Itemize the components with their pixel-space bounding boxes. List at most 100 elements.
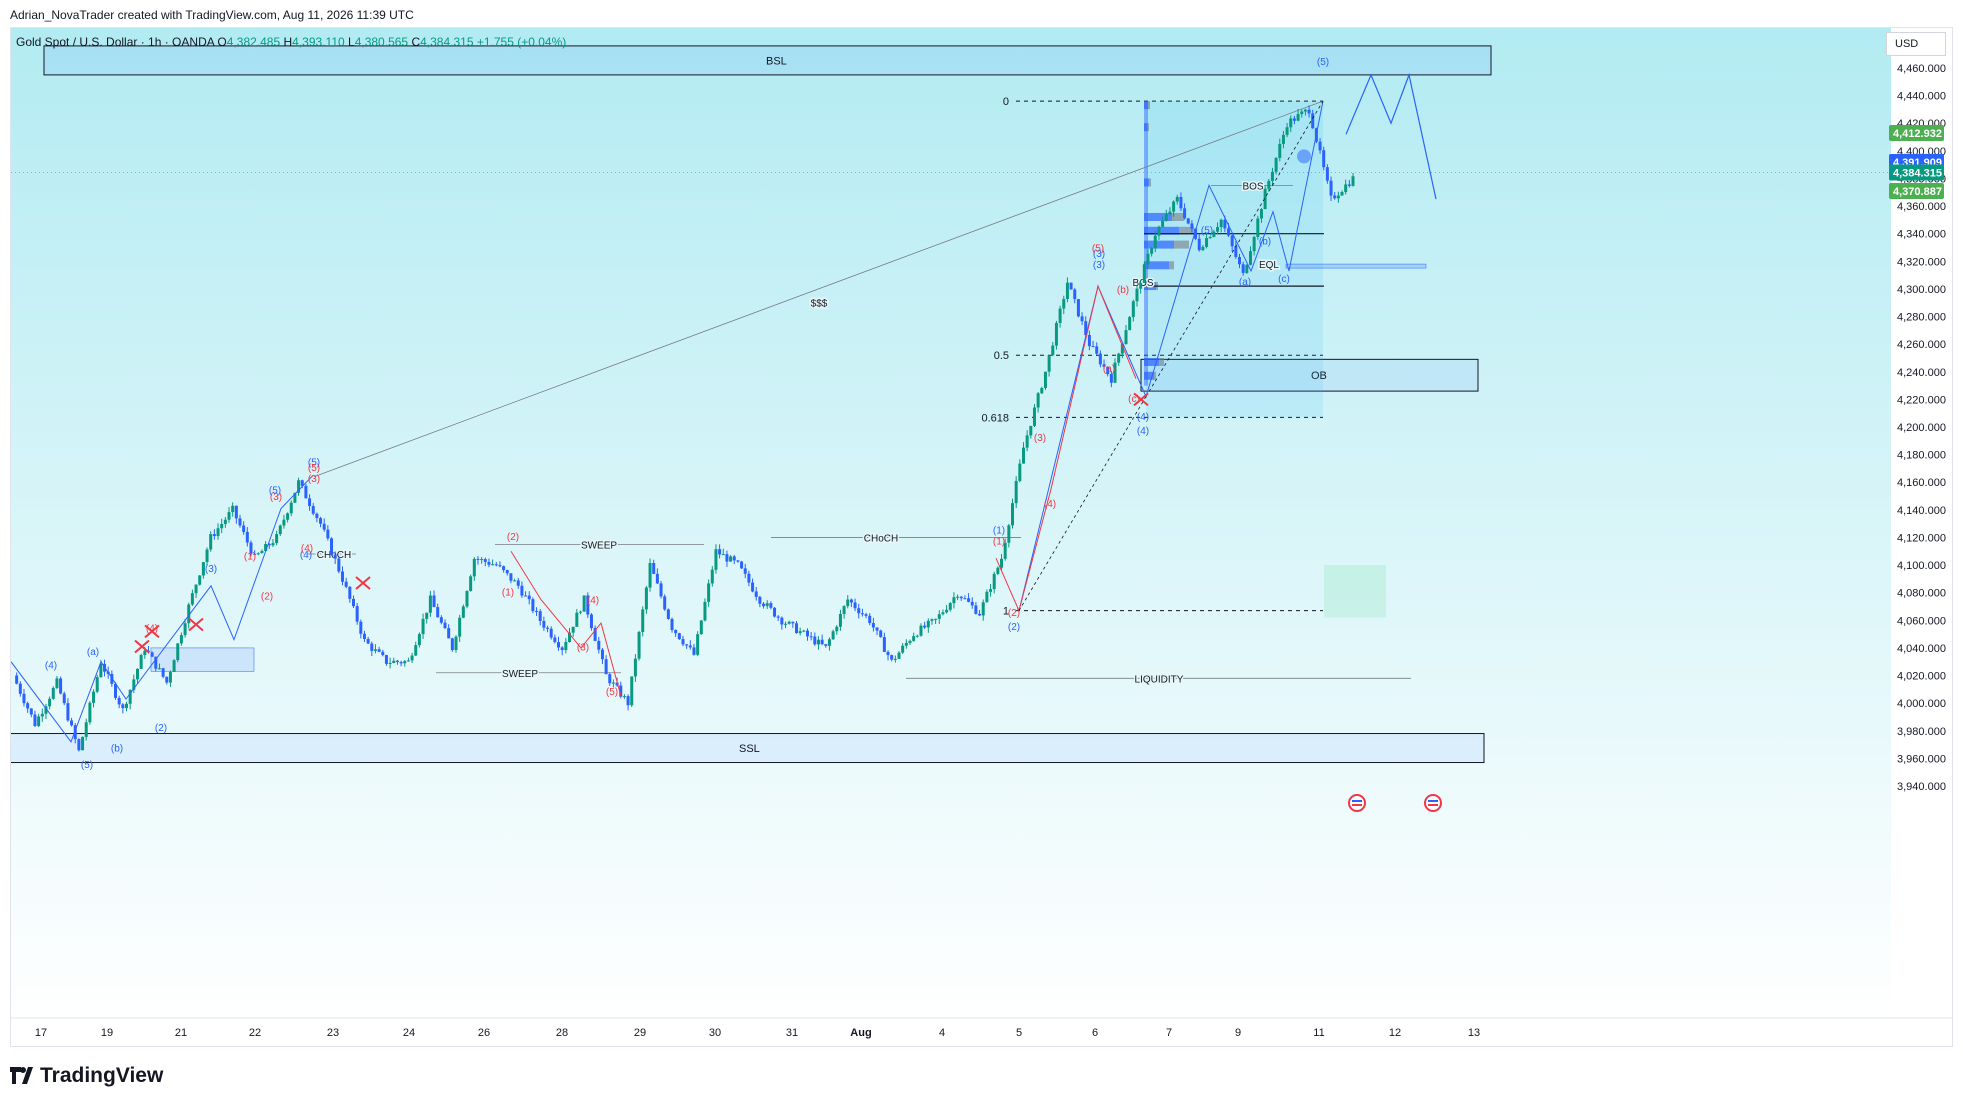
wave-label-red: (3) <box>577 643 589 654</box>
candle-body <box>286 513 290 520</box>
volume-profile-bar <box>1174 240 1189 249</box>
candle-body <box>762 603 766 607</box>
candle-body <box>66 703 70 721</box>
volume-profile-bar <box>1154 371 1156 380</box>
candle-body <box>1285 127 1289 135</box>
currency-selector[interactable]: USD <box>1886 32 1946 56</box>
candle-body <box>1351 176 1355 186</box>
wave-label-blue: (b) <box>111 743 123 754</box>
candle-body <box>1011 503 1015 526</box>
candle-body <box>516 580 520 586</box>
candle-body <box>150 652 154 657</box>
candle-body <box>963 598 967 600</box>
candle-body <box>373 649 377 651</box>
candle-body <box>893 658 897 660</box>
candle-body <box>784 623 788 625</box>
candle-body <box>143 650 147 655</box>
candle-body <box>838 613 842 627</box>
candle-body <box>1080 316 1084 322</box>
x-tick-label: 19 <box>101 1027 113 1039</box>
candle-body <box>55 678 59 688</box>
candle-body <box>978 613 982 616</box>
wave-label-red: (5) <box>606 687 618 698</box>
candle-body <box>743 568 747 574</box>
chart-panel[interactable]: 4,460.0004,440.0004,420.0004,400.0004,38… <box>10 27 1953 1047</box>
candle-body <box>1168 211 1172 215</box>
candle-body <box>1175 196 1179 202</box>
candle-body <box>190 593 194 605</box>
demand-zone <box>150 647 255 672</box>
candle-body <box>172 660 176 673</box>
wave-label-red: (2) <box>261 592 273 603</box>
symbol-name[interactable]: Gold Spot / U.S. Dollar · 1h · OANDA <box>16 35 214 49</box>
candle-body <box>520 585 524 596</box>
wave-label-blue: (b) <box>1259 237 1271 248</box>
candle-body <box>890 655 894 660</box>
y-tick-label: 4,200.000 <box>1897 422 1946 434</box>
symbol-legend[interactable]: Gold Spot / U.S. Dollar · 1h · OANDA O4,… <box>16 35 566 49</box>
candle-body <box>1036 393 1040 408</box>
zone-label-ssl: SSL <box>739 743 760 755</box>
candle-body <box>502 566 506 571</box>
candle-body <box>205 549 209 563</box>
annotation-label: LIQUIDITY <box>1135 674 1184 685</box>
price-chart[interactable]: 4,460.0004,440.0004,420.0004,400.0004,38… <box>11 28 1952 1046</box>
candle-body <box>857 608 861 614</box>
candle-body <box>436 607 440 618</box>
candle-body <box>1344 184 1348 193</box>
candle-body <box>381 651 385 656</box>
y-tick-label: 4,120.000 <box>1897 532 1946 544</box>
candle-body <box>754 591 758 597</box>
candle-body <box>948 603 952 610</box>
candle-body <box>820 639 824 645</box>
candle-body <box>1186 218 1190 224</box>
candle-body <box>81 736 85 751</box>
candle-body <box>355 606 359 622</box>
candle-body <box>282 519 286 526</box>
candle-body <box>644 587 648 610</box>
candle-body <box>1325 167 1329 181</box>
candle-body <box>40 713 44 717</box>
candle-body <box>633 658 637 677</box>
wave-label-blue: (3) <box>1093 260 1105 271</box>
candle-body <box>403 661 407 664</box>
candle-body <box>1153 235 1157 249</box>
candle-body <box>531 599 535 612</box>
candle-body <box>476 558 480 560</box>
candle-body <box>718 549 722 555</box>
open-value: 4,382.485 <box>226 35 281 49</box>
candle-body <box>161 668 165 677</box>
candle-body <box>1128 317 1132 331</box>
x-tick-label: 12 <box>1389 1027 1401 1039</box>
candle-body <box>1076 299 1080 317</box>
candle-body <box>326 529 330 539</box>
candle-body <box>461 606 465 618</box>
candle-body <box>692 647 696 655</box>
economic-event-icon <box>1348 794 1366 812</box>
candle-body <box>1007 525 1011 543</box>
candle-body <box>842 606 846 614</box>
candle-body <box>37 716 41 727</box>
x-tick-label: 4 <box>939 1027 945 1039</box>
candle-body <box>773 607 777 617</box>
candle-body <box>513 580 517 582</box>
candle-body <box>1311 113 1315 129</box>
candle-body <box>732 556 736 561</box>
candle-body <box>48 698 52 707</box>
candle-body <box>538 611 542 622</box>
price-tag-label: 4,384.315 <box>1893 168 1942 180</box>
candle-body <box>121 704 125 709</box>
y-tick-label: 4,140.000 <box>1897 505 1946 517</box>
wave-label-red: (1) <box>502 587 514 598</box>
candle-body <box>1150 248 1154 254</box>
candle-body <box>223 519 227 524</box>
candle-body <box>974 605 978 614</box>
x-tick-label: Aug <box>850 1027 871 1039</box>
candle-body <box>1062 299 1066 309</box>
candle-body <box>1142 264 1146 283</box>
wave-label-blue: (a) <box>87 647 99 658</box>
candle-body <box>765 603 769 607</box>
candle-body <box>707 583 711 602</box>
candle-body <box>505 570 509 574</box>
wave-label-blue: (c) <box>1278 274 1290 285</box>
